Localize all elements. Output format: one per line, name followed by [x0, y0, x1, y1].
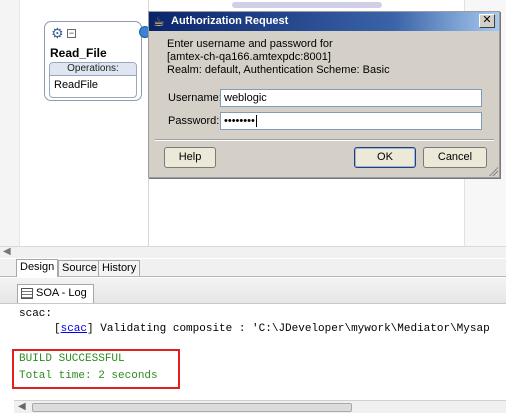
password-input[interactable]: ••••••••: [220, 112, 482, 130]
highlight-annotation: [12, 349, 180, 389]
scac-link[interactable]: scac: [61, 323, 87, 335]
read-file-adapter[interactable]: ⚙ − Read_File Operations: ReadFile: [44, 21, 142, 101]
log-scrollbar[interactable]: ◀: [14, 400, 506, 413]
help-button[interactable]: Help: [164, 147, 216, 168]
operation-readfile[interactable]: ReadFile: [50, 76, 136, 91]
adapter-gear-icon: ⚙: [51, 25, 64, 41]
dialog-message: Enter username and password for [amtex-c…: [167, 38, 390, 77]
log-line-scac: scac:: [19, 308, 53, 320]
username-value: weblogic: [224, 92, 267, 104]
lane-header: [232, 2, 382, 8]
authorization-dialog: ☕ Authorization Request ✕ Enter username…: [148, 11, 500, 178]
username-label: Username:: [168, 92, 222, 104]
dialog-title: Authorization Request: [171, 15, 289, 27]
ok-button[interactable]: OK: [354, 147, 416, 168]
log-tab-label: SOA - Log: [36, 287, 87, 299]
log-scroll-thumb[interactable]: [32, 403, 352, 412]
validating-text: Validating composite : 'C:\JDeveloper\my…: [93, 323, 490, 335]
password-value: ••••••••: [224, 115, 255, 127]
text-caret: [255, 115, 257, 128]
canvas-scrollbar[interactable]: ◀: [0, 246, 506, 258]
tab-source[interactable]: Source: [58, 260, 101, 276]
message-host: [amtex-ch-qa166.amtexpdc:8001]: [167, 51, 331, 63]
tab-history[interactable]: History: [98, 260, 141, 276]
operations-header: Operations:: [50, 63, 136, 76]
dialog-separator: [155, 139, 494, 141]
message-line: Enter username and password for: [167, 38, 333, 50]
log-line-validating: [scac] Validating composite : 'C:\JDevel…: [54, 323, 490, 335]
operations-panel: Operations: ReadFile: [49, 62, 137, 98]
scroll-left-icon[interactable]: ◀: [3, 246, 11, 257]
tab-design[interactable]: Design: [16, 259, 59, 277]
cancel-button[interactable]: Cancel: [423, 147, 487, 168]
username-input[interactable]: weblogic: [220, 89, 482, 107]
resize-grip-icon[interactable]: [488, 166, 498, 176]
soa-log-tab[interactable]: SOA - Log: [17, 284, 94, 303]
adapter-title: Read_File: [50, 46, 107, 60]
dialog-titlebar[interactable]: ☕ Authorization Request ✕: [149, 12, 499, 31]
log-icon: [21, 287, 33, 299]
log-panel-header: SOA - Log: [0, 278, 506, 304]
message-realm: Realm: default, Authentication Scheme: B…: [167, 64, 390, 76]
password-label: Password:: [168, 115, 220, 127]
close-button[interactable]: ✕: [479, 14, 495, 28]
editor-tabbar: Design Source History: [0, 259, 506, 277]
collapse-icon[interactable]: −: [67, 29, 76, 38]
log-scroll-left-icon[interactable]: ◀: [18, 401, 26, 412]
left-swimlane: [0, 0, 20, 246]
java-cup-icon: ☕: [153, 14, 165, 29]
